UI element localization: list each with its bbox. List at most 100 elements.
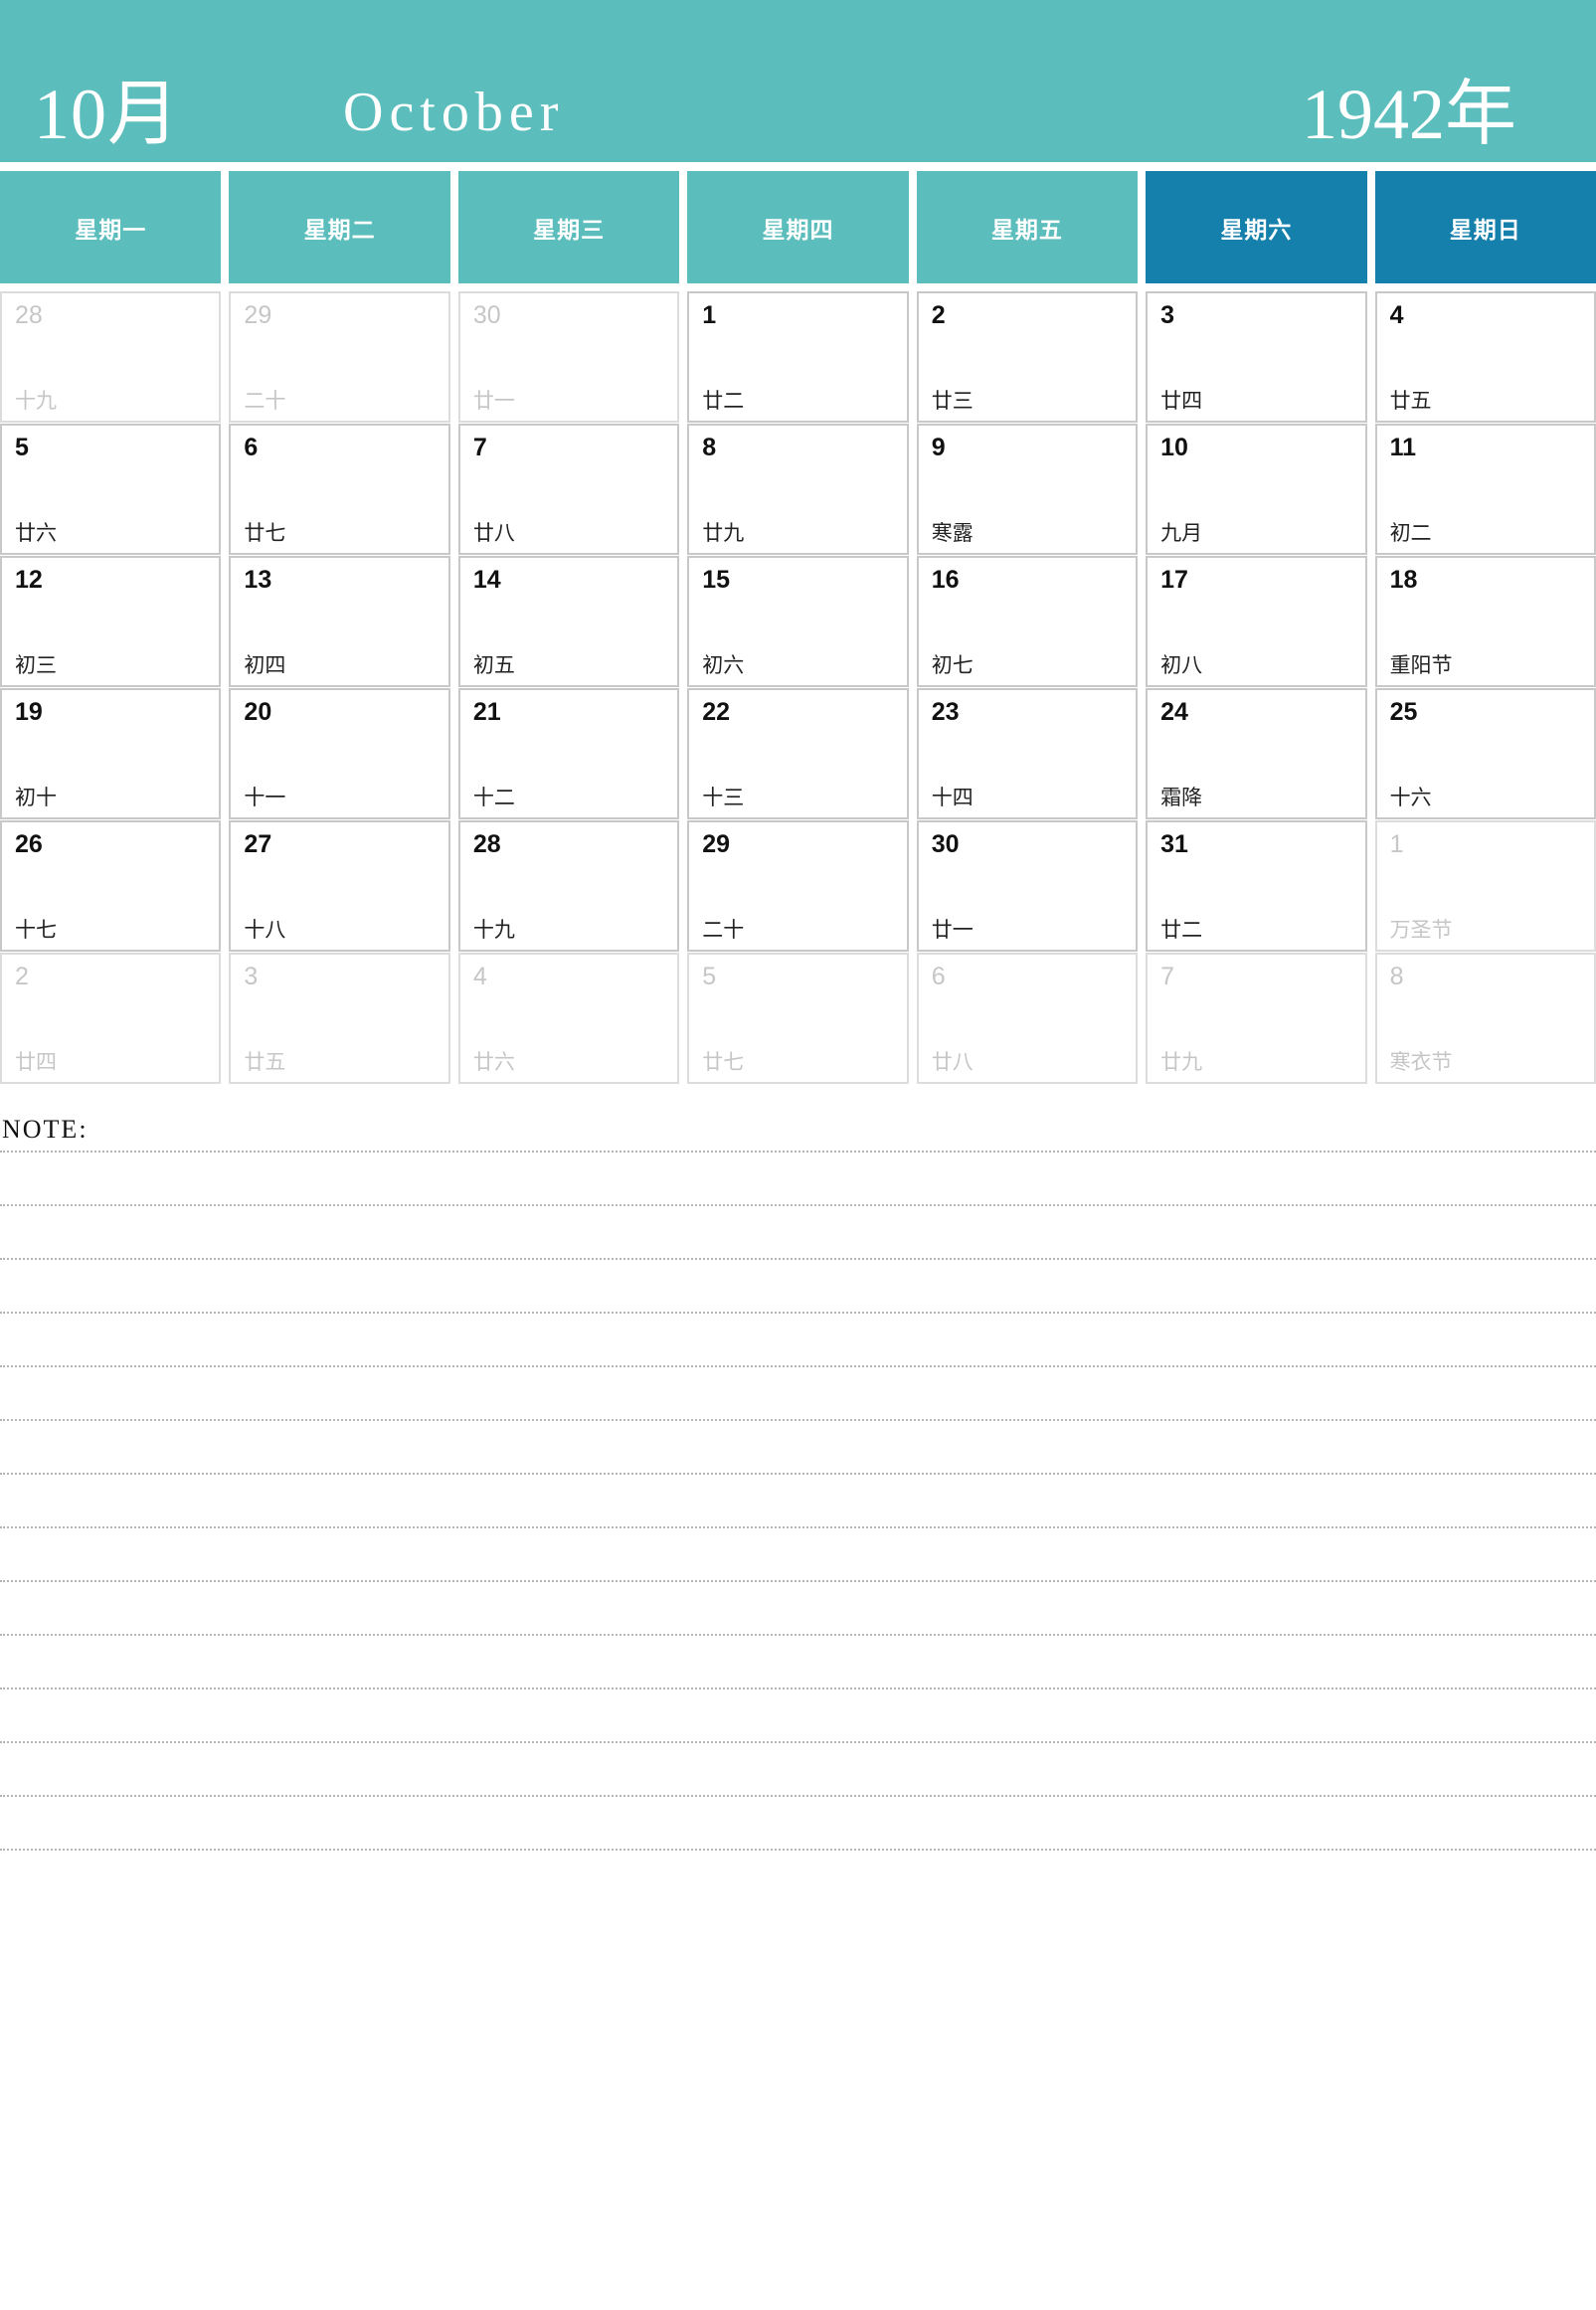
day-cell[interactable]: 21 十二: [457, 688, 680, 819]
day-cell[interactable]: 4 廿五: [1374, 291, 1596, 423]
day-number: 21: [472, 698, 501, 726]
note-line[interactable]: [0, 1743, 1596, 1797]
day-number: 13: [244, 566, 272, 594]
day-cell[interactable]: 29 二十: [229, 291, 450, 423]
day-number: 29: [244, 301, 272, 329]
note-line[interactable]: [0, 1528, 1596, 1582]
day-number: 1: [702, 301, 717, 329]
day-cell[interactable]: 2 廿三: [916, 291, 1139, 423]
day-number: 29: [702, 830, 731, 858]
day-cell[interactable]: 28 十九: [457, 820, 680, 952]
day-cell[interactable]: 30 廿一: [916, 820, 1139, 952]
note-section: NOTE:: [0, 1115, 1596, 1851]
day-cell[interactable]: 10 九月: [1146, 424, 1367, 555]
day-cell[interactable]: 18 重阳节: [1374, 556, 1596, 687]
day-cell[interactable]: 25 十六: [1374, 688, 1596, 819]
day-lunar-label: 廿八: [931, 1050, 974, 1074]
day-lunar-label: 重阳节: [1389, 653, 1453, 677]
day-cell[interactable]: 22 十三: [687, 688, 909, 819]
day-lunar-label: 廿九: [1160, 1050, 1203, 1074]
day-lunar-label: 廿四: [15, 1050, 57, 1074]
day-number: 7: [472, 434, 487, 461]
day-number: 18: [1389, 566, 1418, 594]
day-lunar-label: 十三: [702, 786, 745, 809]
day-cell[interactable]: 3 廿五: [229, 953, 450, 1084]
note-line[interactable]: [0, 1314, 1596, 1367]
weekday-header-5: 星期五: [916, 171, 1139, 283]
day-cell[interactable]: 24 霜降: [1146, 688, 1367, 819]
day-cell[interactable]: 27 十八: [229, 820, 450, 952]
day-lunar-label: 二十: [702, 918, 745, 942]
day-cell[interactable]: 28 十九: [0, 291, 222, 423]
weekday-header-6: 星期六: [1146, 171, 1367, 283]
day-cell[interactable]: 13 初四: [229, 556, 450, 687]
day-cell[interactable]: 8 寒衣节: [1374, 953, 1596, 1084]
day-number: 26: [15, 830, 43, 858]
day-number: 27: [244, 830, 272, 858]
day-lunar-label: 十九: [15, 389, 57, 413]
note-line[interactable]: [0, 1206, 1596, 1260]
day-lunar-label: 初三: [15, 653, 57, 677]
day-cell[interactable]: 1 万圣节: [1374, 820, 1596, 952]
note-label: NOTE:: [2, 1115, 89, 1144]
day-number: 10: [1160, 434, 1188, 461]
note-line[interactable]: [0, 1797, 1596, 1851]
day-cell[interactable]: 19 初十: [0, 688, 222, 819]
day-lunar-label: 廿一: [931, 918, 974, 942]
month-name-label: October: [343, 82, 565, 143]
day-lunar-label: 十六: [1389, 786, 1432, 809]
day-cell[interactable]: 26 十七: [0, 820, 222, 952]
note-line[interactable]: [0, 1150, 1596, 1206]
day-cell[interactable]: 11 初二: [1374, 424, 1596, 555]
day-lunar-label: 廿七: [702, 1050, 745, 1074]
day-number: 19: [15, 698, 43, 726]
day-lunar-label: 廿六: [15, 521, 57, 545]
day-cell[interactable]: 5 廿六: [0, 424, 222, 555]
day-lunar-label: 初七: [931, 653, 974, 677]
note-line[interactable]: [0, 1636, 1596, 1689]
note-line[interactable]: [0, 1260, 1596, 1314]
day-number: 22: [702, 698, 731, 726]
day-cell[interactable]: 17 初八: [1146, 556, 1367, 687]
note-line[interactable]: [0, 1421, 1596, 1475]
day-lunar-label: 初五: [472, 653, 515, 677]
note-line[interactable]: [0, 1367, 1596, 1421]
day-cell[interactable]: 31 廿二: [1146, 820, 1367, 952]
day-cell[interactable]: 7 廿八: [457, 424, 680, 555]
day-number: 2: [15, 963, 29, 990]
day-cell[interactable]: 8 廿九: [687, 424, 909, 555]
day-cell[interactable]: 6 廿七: [229, 424, 450, 555]
day-number: 28: [15, 301, 43, 329]
day-lunar-label: 廿二: [1160, 918, 1203, 942]
day-cell[interactable]: 15 初六: [687, 556, 909, 687]
day-lunar-label: 初十: [15, 786, 57, 809]
day-lunar-label: 廿六: [472, 1050, 515, 1074]
day-lunar-label: 廿二: [702, 389, 745, 413]
day-cell[interactable]: 7 廿九: [1146, 953, 1367, 1084]
day-number: 6: [931, 963, 946, 990]
day-cell[interactable]: 14 初五: [457, 556, 680, 687]
note-line[interactable]: [0, 1582, 1596, 1636]
note-line[interactable]: [0, 1689, 1596, 1743]
day-cell[interactable]: 30 廿一: [457, 291, 680, 423]
day-cell[interactable]: 20 十一: [229, 688, 450, 819]
day-lunar-label: 九月: [1160, 521, 1203, 545]
day-cell[interactable]: 1 廿二: [687, 291, 909, 423]
day-cell[interactable]: 12 初三: [0, 556, 222, 687]
day-cell[interactable]: 2 廿四: [0, 953, 222, 1084]
note-line[interactable]: [0, 1475, 1596, 1528]
day-number: 30: [472, 301, 501, 329]
weekday-header-row: 星期一 星期二 星期三 星期四 星期五 星期六 星期日: [0, 171, 1596, 283]
day-cell[interactable]: 3 廿四: [1146, 291, 1367, 423]
day-cell[interactable]: 29 二十: [687, 820, 909, 952]
month-header-banner: 10月 October 1942年: [0, 0, 1596, 162]
day-cell[interactable]: 6 廿八: [916, 953, 1139, 1084]
note-lines[interactable]: [0, 1150, 1596, 1851]
day-cell[interactable]: 4 廿六: [457, 953, 680, 1084]
day-cell[interactable]: 5 廿七: [687, 953, 909, 1084]
day-cell[interactable]: 16 初七: [916, 556, 1139, 687]
day-cell[interactable]: 23 十四: [916, 688, 1139, 819]
day-cell[interactable]: 9 寒露: [916, 424, 1139, 555]
day-number: 30: [931, 830, 960, 858]
day-lunar-label: 廿一: [472, 389, 515, 413]
